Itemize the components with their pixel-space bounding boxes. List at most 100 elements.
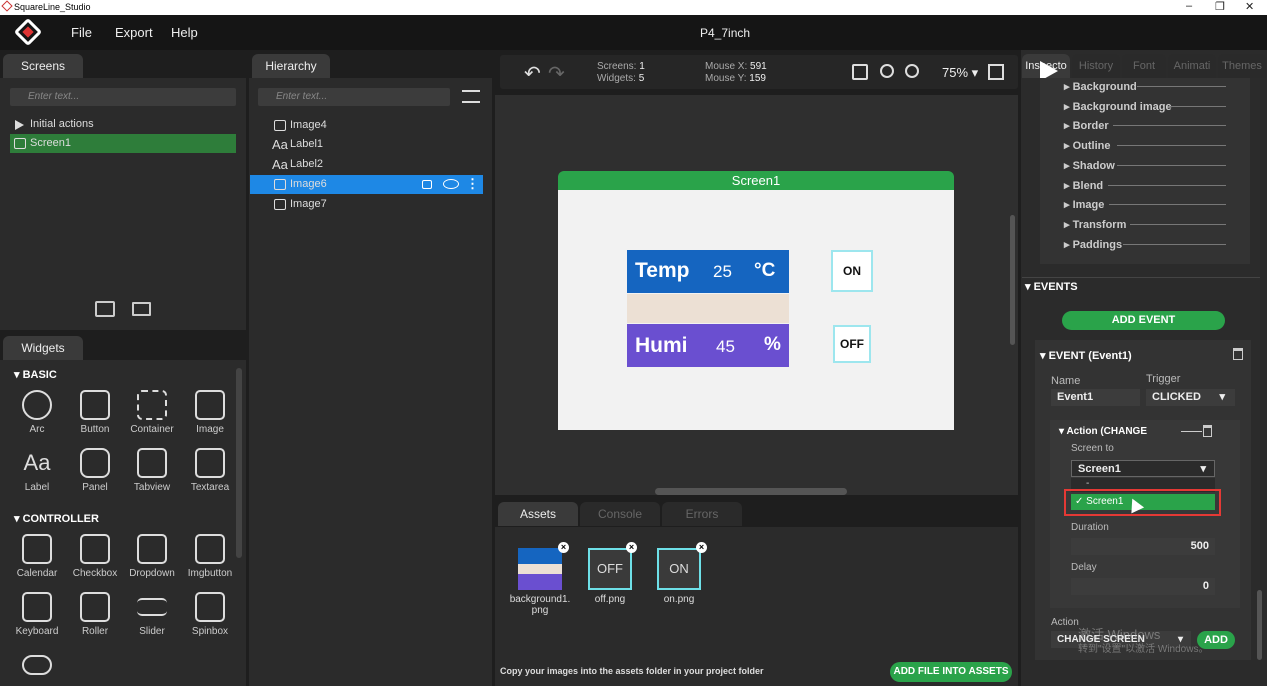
basic-section-title[interactable]: ▾ BASIC <box>14 368 57 381</box>
prop-label: Shadow <box>1072 160 1115 172</box>
widget-keyboard[interactable]: Keyboard <box>12 592 62 637</box>
asset-on[interactable]: ON × on.png <box>643 542 715 605</box>
widget-spinbox[interactable]: Spinbox <box>185 592 235 637</box>
screen-to-select[interactable]: Screen1 ▾ <box>1071 460 1215 477</box>
on-button-image[interactable]: ON <box>831 250 873 292</box>
maximize-button[interactable]: ❐ <box>1215 0 1225 13</box>
widget-textarea[interactable]: Textarea <box>185 448 235 493</box>
remove-asset-icon[interactable]: × <box>626 542 637 553</box>
tab-history[interactable]: History <box>1072 54 1120 78</box>
screens-search-input[interactable]: Enter text... <box>10 88 236 106</box>
tab-errors[interactable]: Errors <box>662 502 742 526</box>
hierarchy-item-image4[interactable]: Image4 <box>270 116 470 135</box>
tab-screens[interactable]: Screens <box>3 54 83 78</box>
add-screen-icon[interactable] <box>95 301 115 317</box>
prop-background-image[interactable]: ▸ Background image <box>1064 100 1172 113</box>
list-view-icon[interactable] <box>462 90 480 103</box>
switch-icon[interactable] <box>22 655 52 675</box>
events-section-title[interactable]: ▾ EVENTS <box>1025 280 1078 293</box>
lock-icon[interactable] <box>422 180 432 189</box>
more-options-icon[interactable]: ⋮ <box>466 176 479 192</box>
add-file-into-assets-button[interactable]: ADD FILE INTO ASSETS <box>890 662 1012 682</box>
prop-shadow[interactable]: ▸ Shadow <box>1064 159 1115 172</box>
delete-event-icon[interactable] <box>1233 348 1243 360</box>
chevron-down-icon: ▾ <box>1200 463 1206 475</box>
canvas-vertical-scrollbar[interactable] <box>1010 215 1015 345</box>
image-icon <box>274 179 286 190</box>
widget-slider[interactable]: Slider <box>127 592 177 637</box>
screen-item-screen1[interactable]: Screen1 <box>10 134 236 153</box>
zoom-level[interactable]: 75% ▾ <box>942 65 978 81</box>
hierarchy-item-image6[interactable]: Image6 <box>270 175 410 194</box>
action-title[interactable]: ▾ Action (CHANGE <box>1059 426 1147 437</box>
remove-asset-icon[interactable]: × <box>558 542 569 553</box>
zoom-in-icon[interactable] <box>905 64 919 78</box>
menu-bar: File Export Help P4_7inch <box>0 15 1267 50</box>
screen-header[interactable]: Screen1 <box>558 171 954 190</box>
widgets-scrollbar[interactable] <box>236 368 242 558</box>
tab-widgets[interactable]: Widgets <box>3 336 83 360</box>
delete-action-icon[interactable] <box>1203 425 1212 437</box>
menu-help[interactable]: Help <box>171 25 198 40</box>
hierarchy-item-label1[interactable]: Aa Label1 <box>270 135 470 154</box>
trigger-select[interactable]: CLICKED ▾ <box>1146 389 1235 406</box>
tab-console[interactable]: Console <box>580 502 660 526</box>
prop-paddings[interactable]: ▸ Paddings <box>1064 238 1122 251</box>
widget-arc[interactable]: Arc <box>12 390 62 435</box>
asset-off[interactable]: OFF × off.png <box>574 542 646 605</box>
redo-icon[interactable]: ↷ <box>548 61 565 86</box>
widget-container[interactable]: Container <box>127 390 177 435</box>
humi-bar[interactable]: Humi 45 % <box>627 324 789 367</box>
tab-themes[interactable]: Themes <box>1218 54 1266 78</box>
prop-blend[interactable]: ▸ Blend <box>1064 179 1103 192</box>
remove-asset-icon[interactable]: × <box>696 542 707 553</box>
controller-section-title[interactable]: ▾ CONTROLLER <box>14 512 99 525</box>
widget-checkbox[interactable]: Checkbox <box>70 534 120 579</box>
prop-outline[interactable]: ▸ Outline <box>1064 139 1110 152</box>
widget-roller[interactable]: Roller <box>70 592 120 637</box>
widget-calendar[interactable]: Calendar <box>12 534 62 579</box>
mouse-x-readout: Mouse X: 591 <box>705 61 767 73</box>
folder-icon[interactable] <box>132 302 151 316</box>
tab-hierarchy[interactable]: Hierarchy <box>252 54 330 78</box>
widget-tabview[interactable]: Tabview <box>127 448 177 493</box>
hierarchy-item-label2[interactable]: Aa Label2 <box>270 155 470 174</box>
widget-button[interactable]: Button <box>70 390 120 435</box>
widget-panel[interactable]: Panel <box>70 448 120 493</box>
off-button-image[interactable]: OFF <box>833 325 871 363</box>
minimize-button[interactable]: – <box>1186 0 1192 12</box>
eye-icon[interactable] <box>443 179 459 189</box>
prop-background[interactable]: ▸ Background <box>1064 80 1137 93</box>
event-title[interactable]: ▾ EVENT (Event1) <box>1040 349 1132 362</box>
squareline-logo-icon[interactable] <box>13 17 43 47</box>
hierarchy-search-input[interactable]: Enter text... <box>258 88 450 106</box>
hierarchy-item-image7[interactable]: Image7 <box>270 195 470 214</box>
widget-image[interactable]: Image <box>185 390 235 435</box>
arc-icon <box>22 390 52 420</box>
add-event-button[interactable]: ADD EVENT <box>1062 311 1225 330</box>
widget-dropdown[interactable]: Dropdown <box>127 534 177 579</box>
prop-transform[interactable]: ▸ Transform <box>1064 218 1126 231</box>
asset-background1[interactable]: × background1. png <box>504 542 576 616</box>
close-window-button[interactable]: ✕ <box>1245 0 1254 13</box>
prop-image[interactable]: ▸ Image <box>1064 198 1104 211</box>
widget-label[interactable]: Aa Label <box>12 448 62 493</box>
zoom-out-icon[interactable] <box>880 64 894 78</box>
duration-input[interactable]: 500 <box>1071 538 1215 555</box>
tab-assets[interactable]: Assets <box>498 502 578 526</box>
inspector-scrollbar[interactable] <box>1257 590 1262 660</box>
tab-animation[interactable]: Animati <box>1168 54 1216 78</box>
menu-export[interactable]: Export <box>115 25 153 40</box>
event-name-input[interactable]: Event1 <box>1051 389 1140 406</box>
widget-imgbutton[interactable]: Imgbutton <box>185 534 235 579</box>
tab-font[interactable]: Font <box>1122 54 1166 78</box>
background-image-icon[interactable] <box>852 64 868 80</box>
fullscreen-icon[interactable] <box>988 64 1004 80</box>
screen-item-initial-actions[interactable]: Initial actions <box>10 115 236 134</box>
delay-input[interactable]: 0 <box>1071 578 1215 595</box>
undo-icon[interactable]: ↶ <box>524 61 541 86</box>
canvas-horizontal-scrollbar[interactable] <box>655 488 847 495</box>
menu-file[interactable]: File <box>71 25 92 40</box>
prop-border[interactable]: ▸ Border <box>1064 119 1109 132</box>
temp-bar[interactable]: Temp 25 °C <box>627 250 789 293</box>
